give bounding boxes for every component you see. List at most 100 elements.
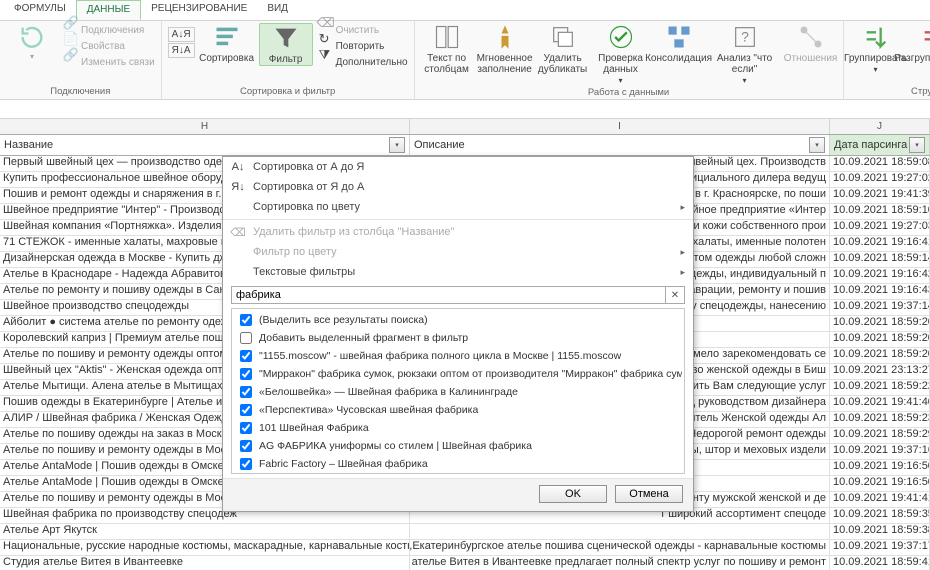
- cell-date[interactable]: 10.09.2021 18:59:35: [830, 508, 930, 523]
- cell-date[interactable]: 10.09.2021 18:59:20: [830, 316, 930, 331]
- table-row[interactable]: Ателье Арт Якутск 10.09.2021 18:59:38: [0, 524, 930, 540]
- cell-desc[interactable]: Екатеринбургское ателье пошива сценическ…: [410, 540, 830, 555]
- group-button[interactable]: Группировать▾: [850, 23, 902, 75]
- filter-value-checkbox[interactable]: [240, 458, 252, 470]
- cell-name[interactable]: Ателье Арт Якутск: [0, 524, 410, 539]
- data-validation-button[interactable]: Проверка данных▾: [595, 23, 647, 86]
- col-header-H[interactable]: H: [0, 119, 410, 134]
- filter-dropdown-desc[interactable]: ▾: [809, 137, 825, 153]
- filter-value-item[interactable]: "Мирракон" фабрика сумок, рюкзаки оптом …: [234, 365, 682, 383]
- filter-value-label: «Перспектива» Чусовская швейная фабрика: [259, 404, 478, 416]
- text-filters-item[interactable]: Текстовые фильтры▸: [223, 262, 693, 282]
- header-date: Дата парсинга: [834, 139, 907, 151]
- filter-value-checkbox[interactable]: [240, 386, 252, 398]
- remove-duplicates-button[interactable]: Удалить дубликаты: [537, 23, 589, 75]
- cell-date[interactable]: 10.09.2021 19:16:50: [830, 460, 930, 475]
- col-header-I[interactable]: I: [410, 119, 830, 134]
- filter-value-checkbox[interactable]: [240, 404, 252, 416]
- sort-by-color-item[interactable]: Сортировка по цвету▸: [223, 197, 693, 217]
- flash-fill-button[interactable]: Мгновенное заполнение: [479, 23, 531, 75]
- cell-name[interactable]: Студия ателье Витея в Ивантеевке: [0, 556, 410, 570]
- filter-value-item[interactable]: Fabric Factory – Швейная фабрика: [234, 455, 682, 473]
- cell-date[interactable]: 10.09.2021 19:16:41: [830, 236, 930, 251]
- filter-value-item[interactable]: 101 Швейная Фабрика: [234, 419, 682, 437]
- cell-date[interactable]: 10.09.2021 18:59:29: [830, 428, 930, 443]
- cell-date[interactable]: 10.09.2021 19:37:14: [830, 300, 930, 315]
- cell-desc[interactable]: [410, 524, 830, 539]
- filter-value-item[interactable]: «Белошвейка» — Швейная фабрика в Калинин…: [234, 383, 682, 401]
- cell-date[interactable]: 10.09.2021 19:16:42: [830, 268, 930, 283]
- cell-date[interactable]: 10.09.2021 18:59:38: [830, 524, 930, 539]
- ungroup-button[interactable]: Разгруппировать▾: [908, 23, 930, 75]
- cell-date[interactable]: 10.09.2021 19:41:41: [830, 492, 930, 507]
- filter-value-checkbox[interactable]: [240, 332, 252, 344]
- sort-asc-item[interactable]: А↓Сортировка от А до Я: [223, 157, 693, 177]
- filter-value-checkbox[interactable]: [240, 368, 252, 380]
- filter-value-checkbox[interactable]: [240, 440, 252, 452]
- table-row[interactable]: Студия ателье Витея в ИвантеевкеСтудия а…: [0, 556, 930, 570]
- sort-button[interactable]: Сортировка: [201, 23, 253, 64]
- cell-date[interactable]: 10.09.2021 23:13:27: [830, 364, 930, 379]
- group-label-connections: Подключения: [6, 85, 155, 99]
- text-to-columns-button[interactable]: Текст по столбцам: [421, 23, 473, 75]
- cell-date[interactable]: 10.09.2021 19:41:39: [830, 188, 930, 203]
- advanced-filter-button[interactable]: ⧩Дополнительно: [319, 55, 408, 69]
- tab-data[interactable]: ДАННЫЕ: [76, 0, 141, 20]
- cell-date[interactable]: 10.09.2021 18:59:23: [830, 412, 930, 427]
- filter-ok-button[interactable]: OK: [539, 485, 607, 503]
- filter-values-list[interactable]: (Выделить все результаты поиска)Добавить…: [231, 308, 685, 474]
- sort-za-button[interactable]: Я↓А: [168, 43, 195, 58]
- ribbon: ▾ 🔗Подключения 📄Свойства 🔗Изменить связи…: [0, 21, 930, 100]
- clear-filter-button: ⌫Очистить: [319, 23, 408, 37]
- filter-value-item[interactable]: FORUS — швейная фабрика по пошиву женско…: [234, 473, 682, 474]
- filter-value-checkbox[interactable]: [240, 350, 252, 362]
- cell-date[interactable]: 10.09.2021 19:16:43: [830, 284, 930, 299]
- filter-value-label: AG ФАБРИКА униформы со стилем | Швейная …: [259, 440, 532, 452]
- filter-value-item[interactable]: AG ФАБРИКА униформы со стилем | Швейная …: [234, 437, 682, 455]
- svg-text:?: ?: [741, 29, 749, 45]
- filter-cancel-button[interactable]: Отмена: [615, 485, 683, 503]
- cell-date[interactable]: 10.09.2021 18:59:10: [830, 204, 930, 219]
- filter-value-checkbox[interactable]: [240, 422, 252, 434]
- filter-value-label: 101 Швейная Фабрика: [259, 422, 369, 434]
- cell-date[interactable]: 10.09.2021 18:59:41: [830, 556, 930, 570]
- filter-value-label: «Белошвейка» — Швейная фабрика в Калинин…: [259, 386, 518, 398]
- tab-view[interactable]: ВИД: [257, 0, 298, 20]
- cell-date[interactable]: 10.09.2021 18:59:08: [830, 156, 930, 171]
- cell-date[interactable]: 10.09.2021 19:37:16: [830, 444, 930, 459]
- col-header-J[interactable]: J: [830, 119, 930, 134]
- cell-date[interactable]: 10.09.2021 18:59:14: [830, 252, 930, 267]
- cell-date[interactable]: 10.09.2021 18:59:20: [830, 332, 930, 347]
- cell-date[interactable]: 10.09.2021 18:59:22: [830, 380, 930, 395]
- sort-az-button[interactable]: А↓Я: [168, 27, 195, 42]
- cell-date[interactable]: 10.09.2021 19:41:40: [830, 396, 930, 411]
- cell-date[interactable]: 10.09.2021 19:16:50: [830, 476, 930, 491]
- filter-value-item[interactable]: (Выделить все результаты поиска): [234, 311, 682, 329]
- cell-name[interactable]: Национальные, русские народные костюмы, …: [0, 540, 410, 555]
- filter-button[interactable]: Фильтр: [259, 23, 313, 66]
- filter-value-item[interactable]: «Перспектива» Чусовская швейная фабрика: [234, 401, 682, 419]
- tab-review[interactable]: РЕЦЕНЗИРОВАНИЕ: [141, 0, 257, 20]
- edit-links-button: 🔗Изменить связи: [64, 55, 155, 69]
- sort-desc-icon: Я↓: [231, 180, 245, 194]
- filter-value-label: "Мирракон" фабрика сумок, рюкзаки оптом …: [259, 368, 682, 380]
- cell-date[interactable]: 10.09.2021 19:27:03: [830, 220, 930, 235]
- sort-desc-item[interactable]: Я↓Сортировка от Я до А: [223, 177, 693, 197]
- filter-dropdown-name[interactable]: ▾: [389, 137, 405, 153]
- table-row[interactable]: Национальные, русские народные костюмы, …: [0, 540, 930, 556]
- what-if-button[interactable]: ?Анализ "что если"▾: [711, 23, 779, 86]
- filter-value-checkbox[interactable]: [240, 314, 252, 326]
- group-label-sort: Сортировка и фильтр: [168, 85, 408, 99]
- consolidate-button[interactable]: Консолидация: [653, 23, 705, 64]
- cell-date[interactable]: 10.09.2021 19:37:17: [830, 540, 930, 555]
- filter-value-item[interactable]: Добавить выделенный фрагмент в фильтр: [234, 329, 682, 347]
- cell-desc[interactable]: Студия ателье Витея в Ивантеевке предлаг…: [410, 556, 830, 570]
- clear-search-button[interactable]: ✕: [666, 286, 685, 304]
- filter-search-input[interactable]: [231, 286, 666, 304]
- sort-asc-icon: А↓: [231, 160, 245, 174]
- group-label-outline: Структура: [850, 85, 930, 99]
- cell-date[interactable]: 10.09.2021 18:59:20: [830, 348, 930, 363]
- filter-value-item[interactable]: "1155.moscow" - швейная фабрика полного …: [234, 347, 682, 365]
- filter-dropdown-date[interactable]: ▾: [909, 137, 925, 153]
- cell-date[interactable]: 10.09.2021 19:27:02: [830, 172, 930, 187]
